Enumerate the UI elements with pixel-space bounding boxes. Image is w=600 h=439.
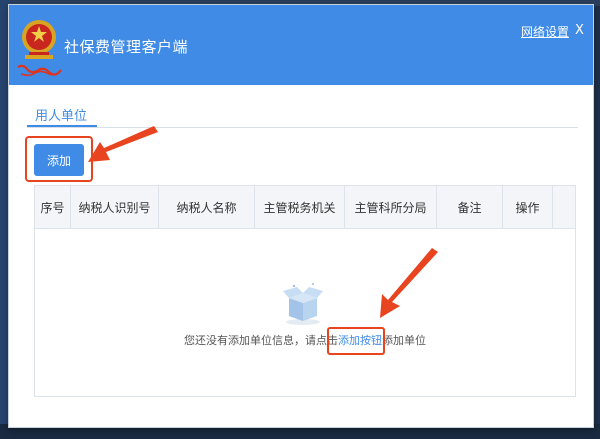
empty-state-suffix: 添加单位 [382,334,426,347]
network-settings-link[interactable]: 网络设置 [521,23,569,40]
app-title: 社保费管理客户端 [64,38,189,56]
empty-state-message: 您还没有添加单位信息，请点击添加按钮添加单位 [35,332,575,348]
column-header-spacer [553,186,575,228]
empty-state-prefix: 您还没有添加单位信息，请点击 [184,334,338,347]
app-window: 社保费管理客户端 网络设置 X 用人单位 添加 序号 纳税人识别号 纳税人名称 … [8,4,594,428]
column-header-index: 序号 [35,186,71,228]
annotation-highlight-add-link [327,327,385,355]
title-bar: 社保费管理客户端 网络设置 X [9,5,593,85]
empty-box-icon [283,283,323,325]
tab-employer[interactable]: 用人单位 [35,105,87,124]
annotation-arrow-icon [88,126,158,162]
table-header: 序号 纳税人识别号 纳税人名称 主管税务机关 主管科所分局 备注 操作 [35,186,575,229]
column-header-tax-branch: 主管科所分局 [345,186,437,228]
close-button[interactable]: X [575,23,584,38]
brand-seal-icon [17,64,62,77]
column-header-tax-authority: 主管税务机关 [255,186,345,228]
column-header-actions: 操作 [503,186,553,228]
column-header-taxpayer-id: 纳税人识别号 [71,186,159,228]
employer-table: 序号 纳税人识别号 纳税人名称 主管税务机关 主管科所分局 备注 操作 您还没有… [34,185,576,397]
column-header-remarks: 备注 [437,186,503,228]
tax-emblem-icon [22,20,56,59]
column-header-taxpayer-name: 纳税人名称 [159,186,255,228]
add-button[interactable]: 添加 [34,144,84,176]
annotation-arrow-icon [380,248,438,318]
